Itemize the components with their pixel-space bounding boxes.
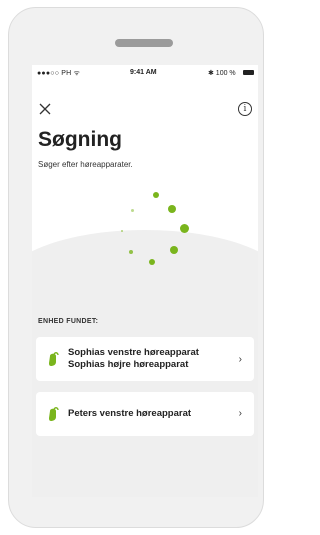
loading-spinner — [112, 185, 192, 275]
phone-frame: ●●●○○ PH ᯤ 9:41 AM ✱ 100 % i Søgning Søg… — [8, 7, 264, 528]
hearing-aid-icon — [47, 351, 59, 367]
spinner-dot — [180, 224, 189, 233]
device-names: Sophias venstre høreapparat Sophias højr… — [68, 347, 199, 371]
device-name: Peters venstre høreapparat — [68, 408, 192, 419]
page-title: Søgning — [38, 128, 122, 151]
spinner-dot — [121, 230, 123, 232]
page-subtitle: Søger efter høreapparater. — [38, 160, 133, 169]
chevron-right-icon: › — [238, 408, 242, 419]
spinner-dot — [129, 250, 133, 254]
device-name: Sophias venstre høreapparat — [68, 347, 199, 358]
status-bar: ●●●○○ PH ᯤ 9:41 AM ✱ 100 % — [32, 65, 258, 81]
device-names: Peters venstre høreapparat — [68, 408, 191, 420]
close-icon[interactable] — [39, 103, 53, 117]
device-name: Sophias højre høreapparat — [68, 359, 189, 370]
hearing-aid-icon — [47, 406, 59, 422]
spinner-dot — [153, 192, 159, 198]
spinner-dot — [149, 259, 155, 265]
speaker-grille — [115, 39, 173, 47]
spinner-dot — [168, 205, 176, 213]
chevron-right-icon: › — [238, 354, 242, 365]
app-screen: ●●●○○ PH ᯤ 9:41 AM ✱ 100 % i Søgning Søg… — [32, 65, 258, 497]
device-card[interactable]: Sophias venstre høreapparat Sophias højr… — [36, 337, 254, 381]
battery-icon — [243, 70, 254, 75]
battery-text: ✱ 100 % — [208, 70, 236, 77]
section-label: ENHED FUNDET: — [38, 318, 99, 325]
spinner-dot — [131, 209, 134, 212]
device-card[interactable]: Peters venstre høreapparat › — [36, 392, 254, 436]
clock: 9:41 AM — [130, 69, 157, 76]
info-icon[interactable]: i — [238, 102, 252, 116]
carrier-signal: ●●●○○ PH ᯤ — [37, 70, 81, 77]
spinner-dot — [170, 246, 178, 254]
